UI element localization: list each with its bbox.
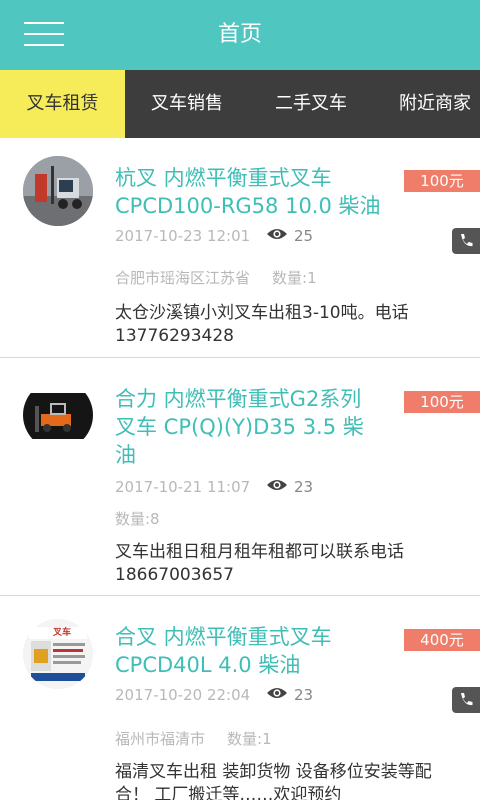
phone-icon[interactable] [452, 228, 480, 254]
listing-meta: 合肥市瑶海区江苏省 数量:1 [115, 267, 317, 288]
listing-thumbnail [23, 380, 93, 450]
category-tabs: 叉车租赁 叉车销售 二手叉车 附近商家 [0, 70, 480, 138]
view-count: 23 [294, 478, 314, 496]
post-date: 2017-10-21 11:07 [115, 478, 251, 496]
thumbnail-logo-text: 叉车 [53, 628, 72, 638]
post-date: 2017-10-23 12:01 [115, 227, 251, 245]
listing-title[interactable]: 杭叉 内燃平衡重式叉车 CPCD100-RG58 10.0 柴油 [115, 164, 405, 220]
post-date: 2017-10-20 22:04 [115, 686, 251, 704]
tab-nearby-merchants[interactable]: 附近商家 [373, 70, 480, 138]
listing-description: 福清叉车出租 装卸货物 设备移位安装等配 合！ 工厂搬迁等……欢迎预约 [115, 762, 432, 800]
list-item[interactable]: 叉车 合叉 内燃平衡重式叉车 CPCD40L 4.0 柴油 400元 2017-… [0, 597, 480, 800]
quantity: 数量:1 [272, 269, 317, 287]
view-count: 25 [294, 227, 314, 245]
app-header: 首页 [0, 0, 480, 70]
listing-title[interactable]: 合力 内燃平衡重式G2系列 叉车 CP(Q)(Y)D35 3.5 柴 油 [115, 385, 405, 469]
listing-description: 太仓沙溪镇小刘叉车出租3-10吨。电话 13776293428 [115, 303, 409, 346]
eye-icon [267, 688, 287, 698]
location: 福州市福清市 [115, 730, 206, 748]
price-badge: 100元 [404, 391, 480, 413]
quantity: 数量:8 [115, 510, 160, 528]
page-title: 首页 [217, 22, 262, 47]
tab-forklift-rental[interactable]: 叉车租赁 [0, 70, 125, 138]
list-item[interactable]: 杭叉 内燃平衡重式叉车 CPCD100-RG58 10.0 柴油 100元 20… [0, 138, 480, 358]
quantity: 数量:1 [227, 730, 272, 748]
listing-meta: 数量:8 [115, 508, 160, 529]
location: 合肥市瑶海区江苏省 [115, 269, 251, 287]
tab-forklift-sales[interactable]: 叉车销售 [125, 70, 249, 138]
price-badge: 100元 [404, 170, 480, 192]
tab-used-forklift[interactable]: 二手叉车 [249, 70, 373, 138]
listing-description: 叉车出租日租月租年租都可以联系电话 18667003657 [115, 542, 404, 585]
eye-icon [267, 229, 287, 239]
listing-list: 杭叉 内燃平衡重式叉车 CPCD100-RG58 10.0 柴油 100元 20… [0, 138, 480, 800]
price-badge: 400元 [404, 629, 480, 651]
view-count: 23 [294, 686, 314, 704]
listing-thumbnail: 叉车 [23, 619, 93, 689]
listing-thumbnail [23, 156, 93, 226]
listing-title[interactable]: 合叉 内燃平衡重式叉车 CPCD40L 4.0 柴油 [115, 623, 405, 679]
list-item[interactable]: 合力 内燃平衡重式G2系列 叉车 CP(Q)(Y)D35 3.5 柴 油 100… [0, 359, 480, 596]
listing-meta: 福州市福清市 数量:1 [115, 728, 272, 749]
phone-icon[interactable] [452, 687, 480, 713]
eye-icon [267, 480, 287, 490]
